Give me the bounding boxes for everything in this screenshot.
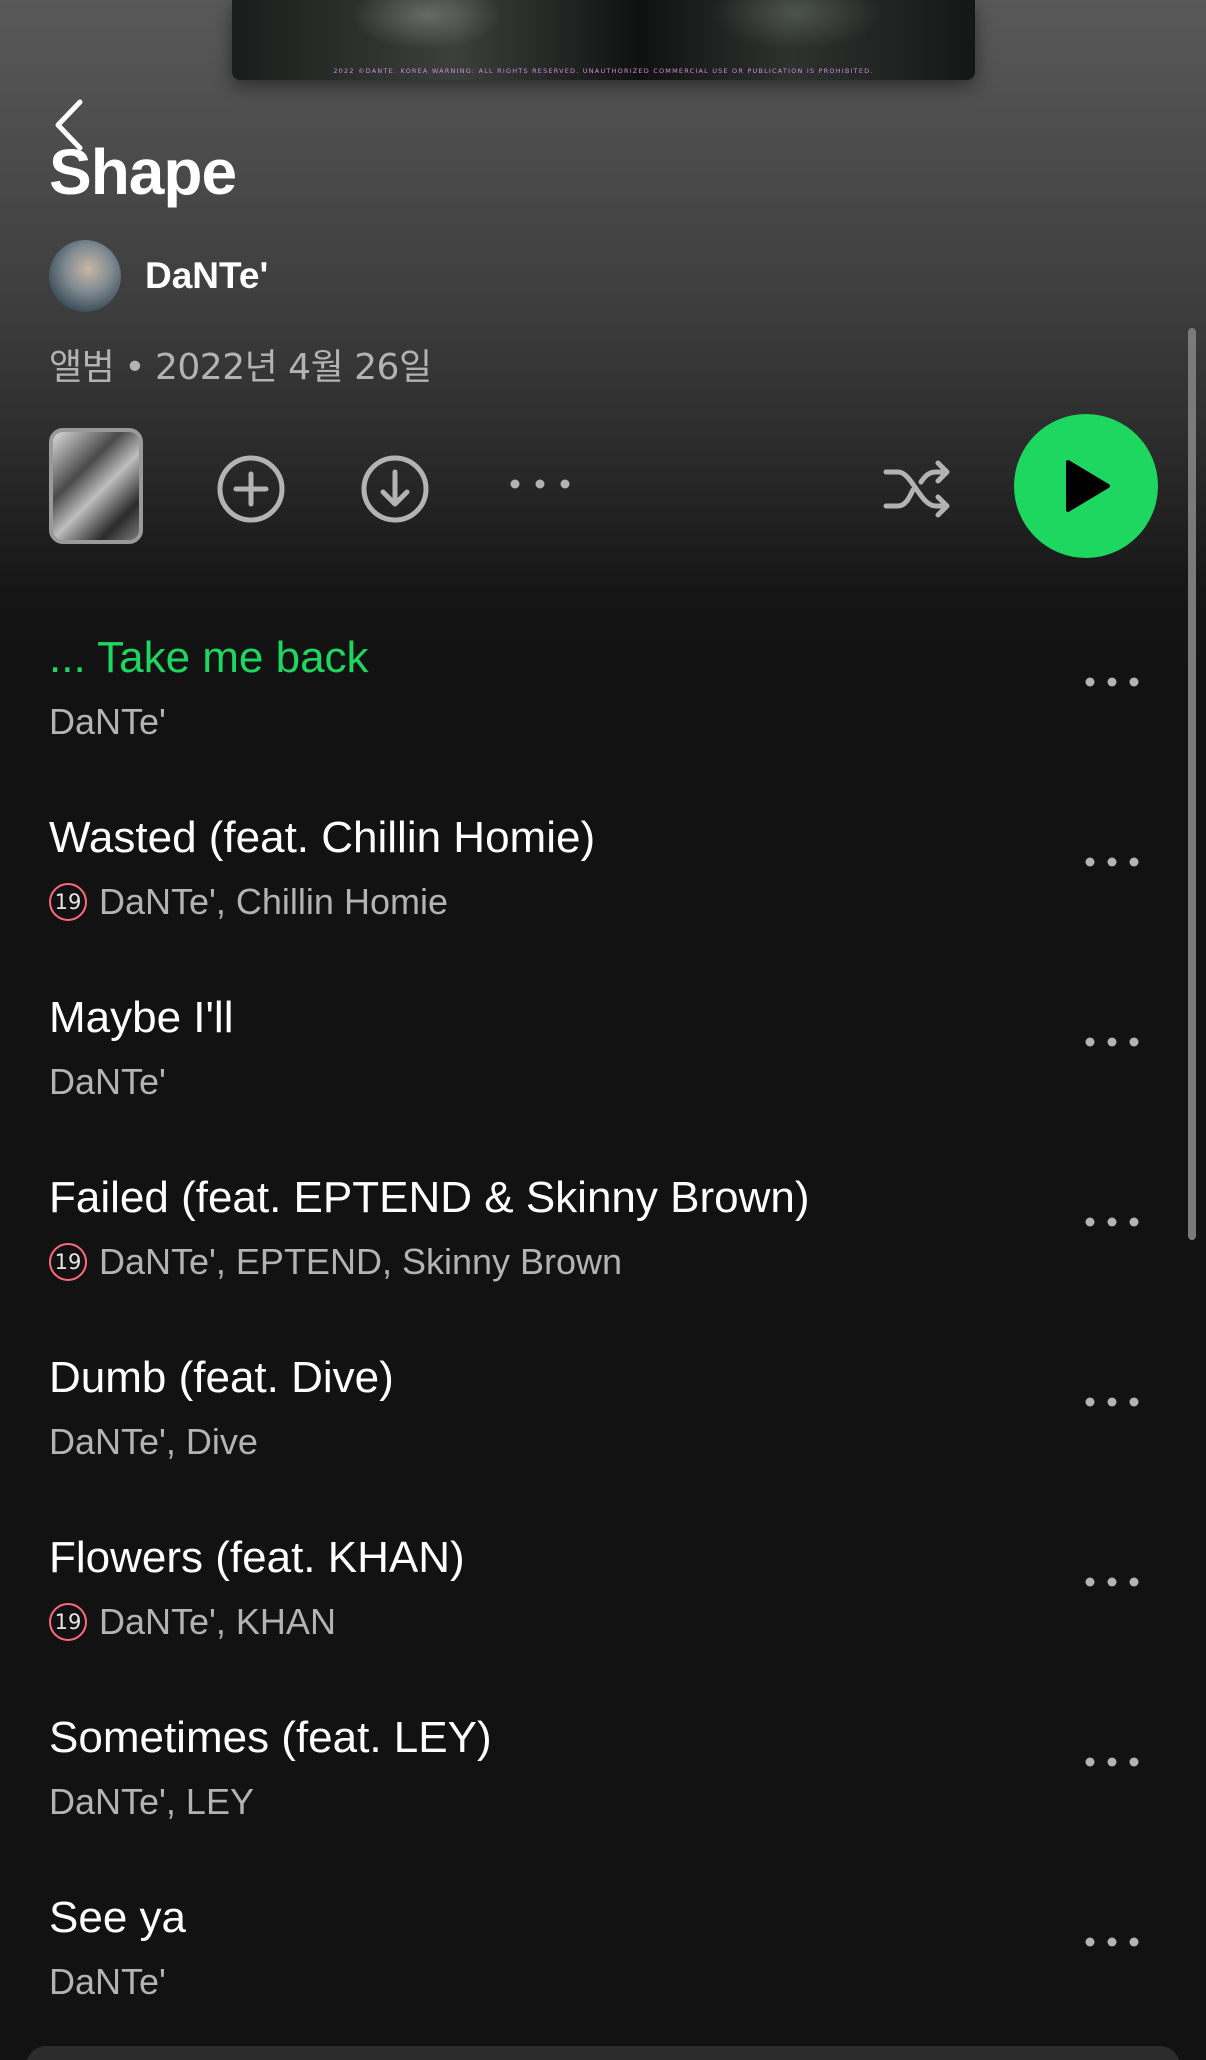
track-artists-line: DaNTe' bbox=[49, 1960, 166, 2004]
track-row[interactable]: Sometimes (feat. LEY) DaNTe', LEY bbox=[0, 1710, 1206, 1890]
explicit-19-badge: 19 bbox=[49, 1243, 87, 1281]
more-horizontal-icon bbox=[510, 479, 570, 489]
track-row[interactable]: Dumb (feat. Dive) DaNTe', Dive bbox=[0, 1350, 1206, 1530]
track-more-button[interactable] bbox=[1082, 1392, 1142, 1412]
track-more-button[interactable] bbox=[1082, 1932, 1142, 1952]
cover-fine-print: 2022 ©DANTE. KOREA WARNING: ALL RIGHTS R… bbox=[333, 67, 874, 75]
track-artists-line: 19 DaNTe', Chillin Homie bbox=[49, 880, 448, 924]
album-title: Shape bbox=[49, 136, 237, 208]
explicit-19-badge: 19 bbox=[49, 883, 87, 921]
scrollbar[interactable] bbox=[1188, 328, 1196, 1240]
track-artists: DaNTe', Dive bbox=[49, 1421, 258, 1462]
track-artists-line: 19 DaNTe', EPTEND, Skinny Brown bbox=[49, 1240, 622, 1284]
play-icon bbox=[1066, 460, 1110, 512]
track-artists: DaNTe', KHAN bbox=[99, 1601, 336, 1642]
explicit-19-badge: 19 bbox=[49, 1603, 87, 1641]
track-more-button[interactable] bbox=[1082, 1752, 1142, 1772]
album-type: 앨범 bbox=[49, 347, 115, 388]
release-date: 2022년 4월 26일 bbox=[154, 347, 432, 388]
download-circle-icon bbox=[361, 455, 429, 523]
track-title: Maybe I'll bbox=[49, 993, 234, 1042]
track-title: Failed (feat. EPTEND & Skinny Brown) bbox=[49, 1173, 810, 1222]
track-list: ... Take me back DaNTe' Wasted (feat. Ch… bbox=[0, 630, 1206, 2060]
download-button[interactable] bbox=[360, 454, 430, 524]
track-title: ... Take me back bbox=[49, 633, 369, 682]
track-artists-line: DaNTe', Dive bbox=[49, 1420, 258, 1464]
track-more-button[interactable] bbox=[1082, 1572, 1142, 1592]
more-horizontal-icon bbox=[1085, 1757, 1139, 1767]
plus-circle-icon bbox=[217, 455, 285, 523]
artist-link[interactable]: DaNTe' bbox=[49, 240, 268, 312]
cover-texture bbox=[352, 0, 502, 50]
artist-avatar bbox=[49, 240, 121, 312]
track-more-button[interactable] bbox=[1082, 672, 1142, 692]
more-horizontal-icon bbox=[1085, 857, 1139, 867]
more-horizontal-icon bbox=[1085, 1397, 1139, 1407]
mini-player-bar[interactable] bbox=[26, 2046, 1180, 2060]
track-row[interactable]: Flowers (feat. KHAN) 19 DaNTe', KHAN bbox=[0, 1530, 1206, 1710]
track-artists: DaNTe' bbox=[49, 1061, 166, 1102]
track-title: Flowers (feat. KHAN) bbox=[49, 1533, 465, 1582]
track-artists-line: DaNTe' bbox=[49, 1060, 166, 1104]
action-bar bbox=[0, 414, 1206, 560]
track-row[interactable]: Maybe I'll DaNTe' bbox=[0, 990, 1206, 1170]
track-more-button[interactable] bbox=[1082, 852, 1142, 872]
track-artists: DaNTe', Chillin Homie bbox=[99, 881, 448, 922]
more-horizontal-icon bbox=[1085, 677, 1139, 687]
add-to-library-button[interactable] bbox=[216, 454, 286, 524]
track-title: See ya bbox=[49, 1893, 186, 1942]
album-meta: 앨범 • 2022년 4월 26일 bbox=[49, 338, 432, 390]
track-row[interactable]: See ya DaNTe' bbox=[0, 1890, 1206, 2060]
more-horizontal-icon bbox=[1085, 1937, 1139, 1947]
meta-separator: • bbox=[124, 347, 145, 388]
track-artists: DaNTe' bbox=[49, 701, 166, 742]
shuffle-button[interactable] bbox=[882, 454, 954, 524]
artist-name: DaNTe' bbox=[145, 255, 269, 296]
track-artists: DaNTe', EPTEND, Skinny Brown bbox=[99, 1241, 623, 1282]
more-horizontal-icon bbox=[1085, 1577, 1139, 1587]
track-row[interactable]: Failed (feat. EPTEND & Skinny Brown) 19 … bbox=[0, 1170, 1206, 1350]
album-page: 2022 ©DANTE. KOREA WARNING: ALL RIGHTS R… bbox=[0, 0, 1206, 2060]
track-artists-line: 19 DaNTe', KHAN bbox=[49, 1600, 336, 1644]
track-row[interactable]: ... Take me back DaNTe' bbox=[0, 630, 1206, 810]
play-button[interactable] bbox=[1014, 414, 1158, 558]
album-cover-art: 2022 ©DANTE. KOREA WARNING: ALL RIGHTS R… bbox=[232, 0, 975, 80]
cover-texture bbox=[712, 0, 882, 50]
track-title: Sometimes (feat. LEY) bbox=[49, 1713, 492, 1762]
track-artists-line: DaNTe' bbox=[49, 700, 166, 744]
track-title: Wasted (feat. Chillin Homie) bbox=[49, 813, 596, 862]
album-thumbnail[interactable] bbox=[49, 428, 143, 544]
track-artists-line: DaNTe', LEY bbox=[49, 1780, 254, 1824]
track-title: Dumb (feat. Dive) bbox=[49, 1353, 394, 1402]
more-horizontal-icon bbox=[1085, 1217, 1139, 1227]
track-row[interactable]: Wasted (feat. Chillin Homie) 19 DaNTe', … bbox=[0, 810, 1206, 990]
shuffle-icon bbox=[883, 460, 950, 518]
more-options-button[interactable] bbox=[505, 449, 575, 519]
track-more-button[interactable] bbox=[1082, 1212, 1142, 1232]
more-horizontal-icon bbox=[1085, 1037, 1139, 1047]
track-artists: DaNTe', LEY bbox=[49, 1781, 254, 1822]
track-artists: DaNTe' bbox=[49, 1961, 166, 2002]
track-more-button[interactable] bbox=[1082, 1032, 1142, 1052]
